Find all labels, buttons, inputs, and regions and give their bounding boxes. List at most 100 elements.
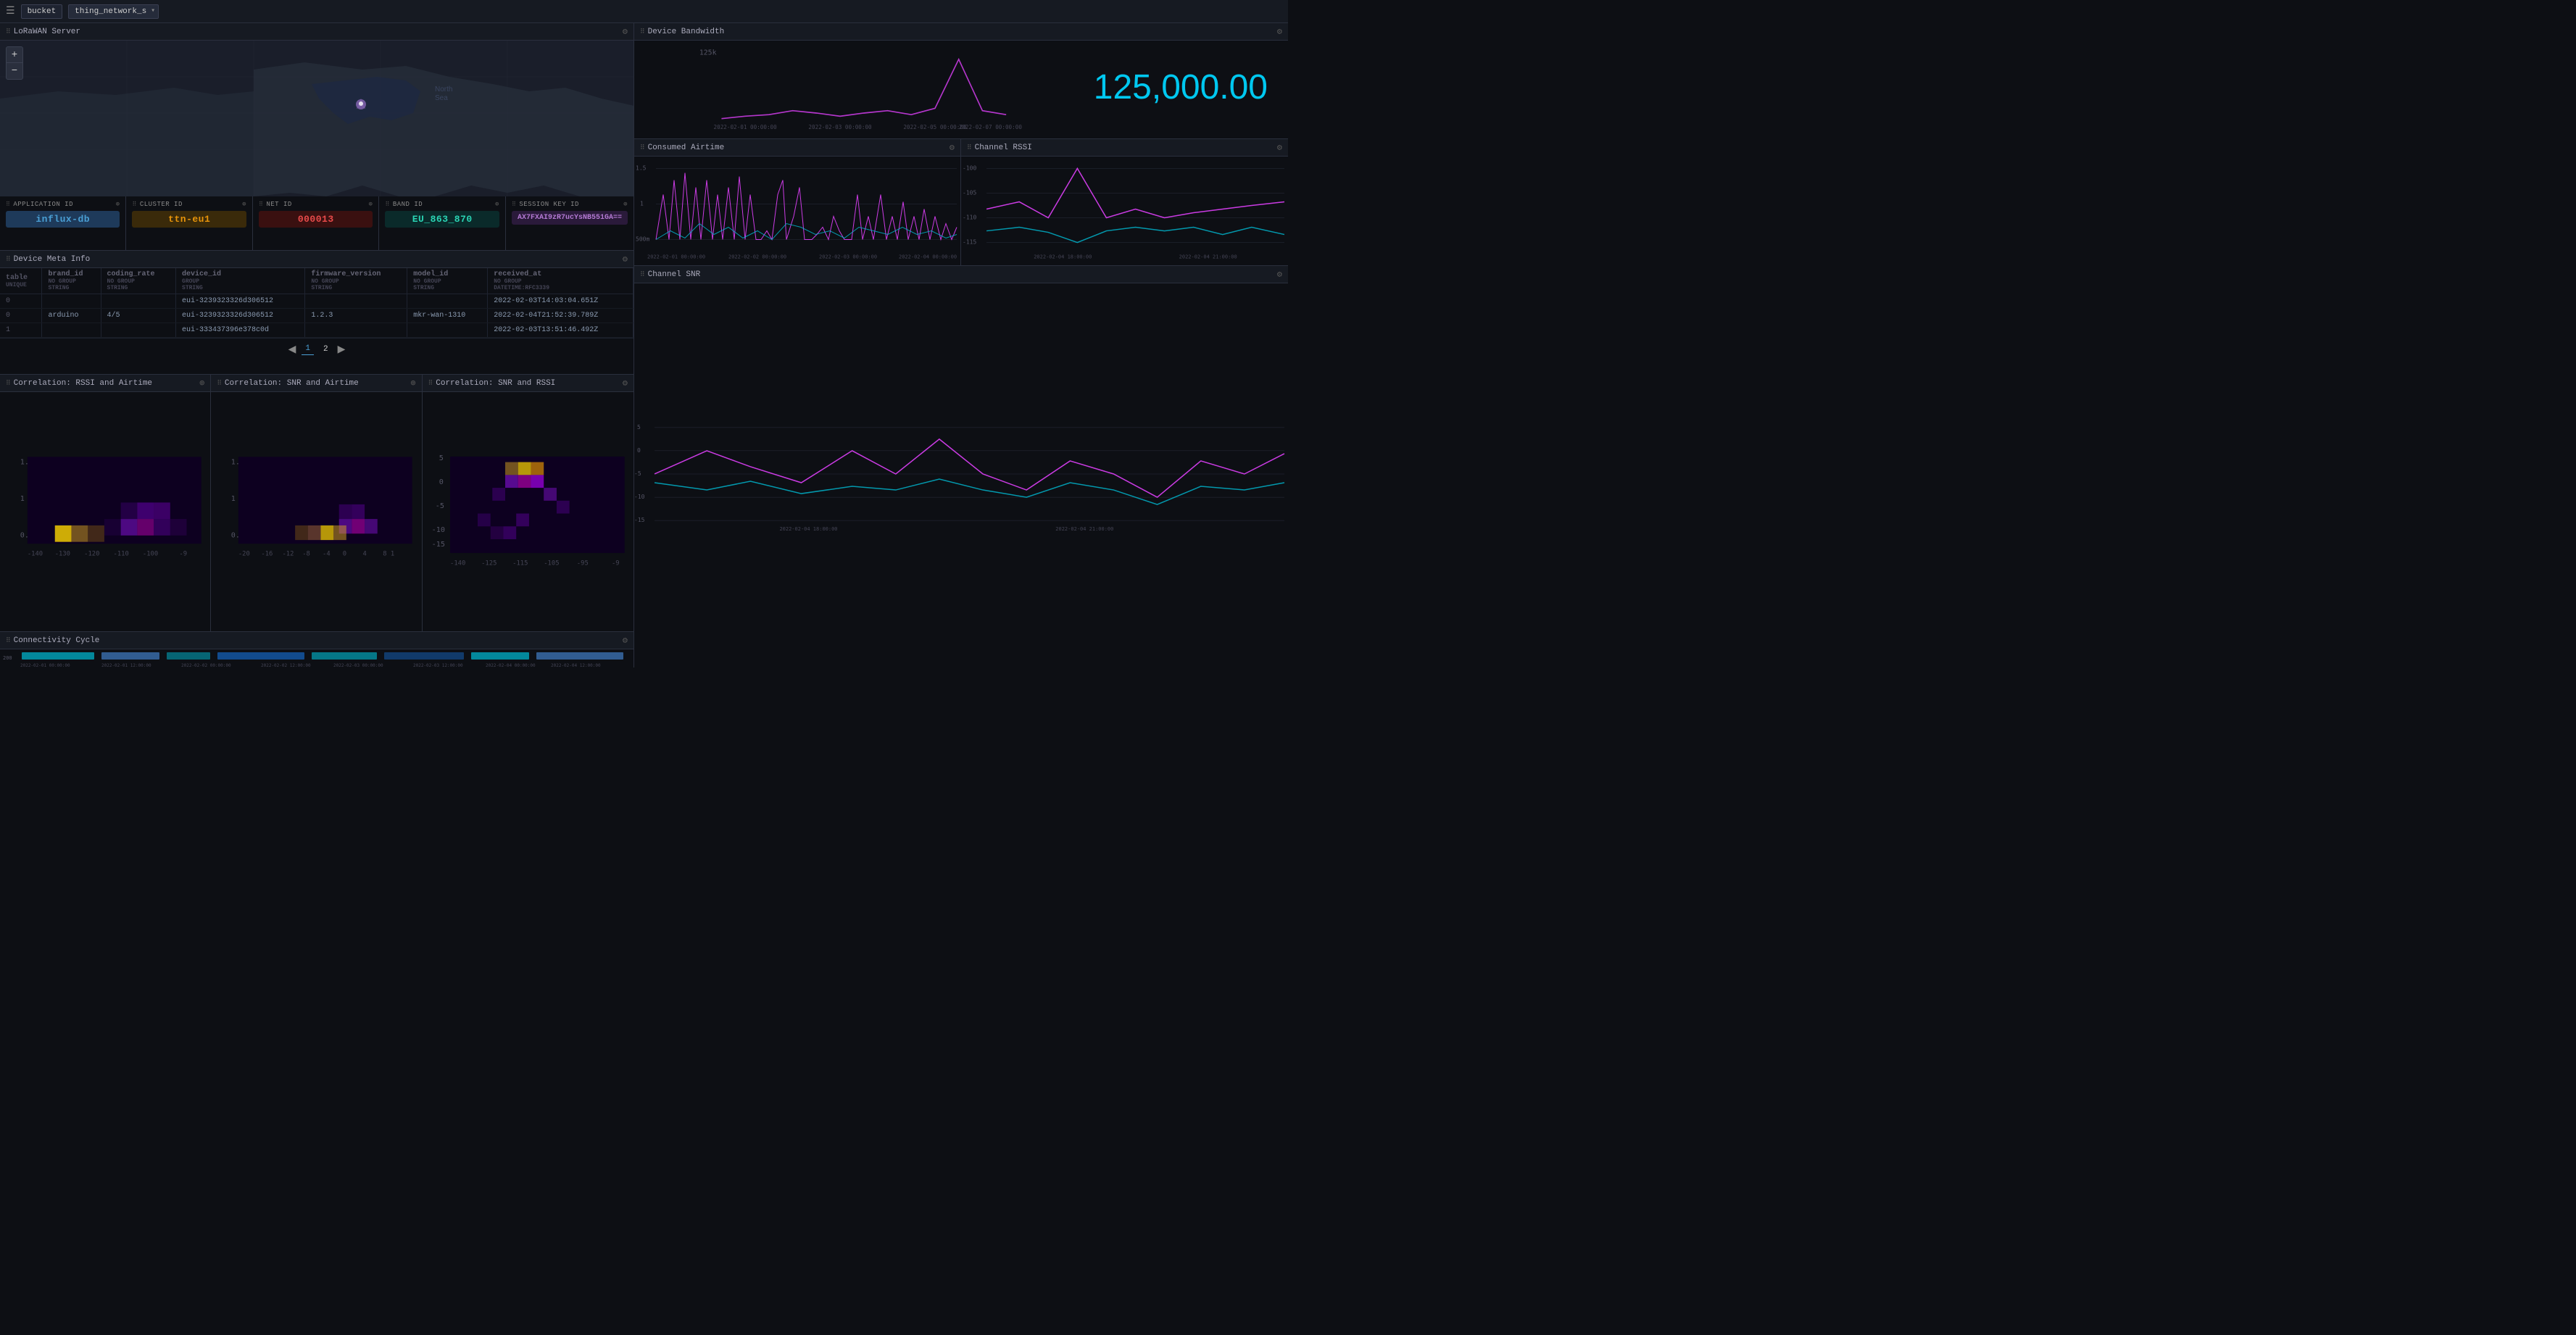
channel-snr-cell: ⠿ Channel SNR ⚙ 5 0 -5 -10 -15: [634, 266, 1288, 668]
next-page-button[interactable]: ▶: [338, 343, 346, 355]
airtime-chart: 1.5 1 500m 2022-02-01 00:00:00 2022: [634, 157, 960, 265]
svg-text:2022-02-03 00:00:00: 2022-02-03 00:00:00: [333, 663, 383, 668]
lorawan-settings-icon[interactable]: ⚙: [623, 26, 628, 37]
svg-text:-105: -105: [963, 189, 976, 196]
svg-text:125k: 125k: [699, 49, 717, 57]
net-id-label: ⠿ NET ID ⊕: [259, 201, 373, 208]
cluster-id-value: ttn-eu1: [132, 211, 246, 228]
corr-snr-rssi-header: ⠿ Correlation: SNR and RSSI ⚙: [423, 375, 633, 392]
airtime-settings-icon[interactable]: ⚙: [950, 142, 955, 153]
page-1-button[interactable]: 1: [302, 343, 314, 355]
svg-text:2022-02-04 21:00:00: 2022-02-04 21:00:00: [1179, 254, 1237, 260]
svg-text:-140: -140: [28, 551, 43, 558]
cluster-id-cell: ⠿ CLUSTER ID ⊕ ttn-eu1: [126, 196, 253, 250]
bandwidth-value-display: 125,000.00: [1079, 53, 1282, 122]
svg-text:-8: -8: [303, 551, 311, 558]
zoom-out-button[interactable]: −: [7, 63, 22, 79]
connectivity-header: ⠿ Connectivity Cycle ⚙: [0, 632, 633, 649]
svg-text:-100: -100: [143, 551, 158, 558]
corr-snr-rssi: ⠿ Correlation: SNR and RSSI ⚙ 5 0 -5 -10…: [423, 375, 633, 631]
svg-text:5: 5: [637, 424, 641, 431]
topbar: ☰ bucket thing_network_s: [0, 0, 1288, 23]
svg-text:2022-02-03 12:00:00: 2022-02-03 12:00:00: [413, 663, 463, 668]
table-row: 0 eui-3239323326d306512 2022-02-03T14:03…: [0, 294, 633, 309]
svg-text:-12: -12: [283, 551, 294, 558]
channel-rssi-header: ⠿ Channel RSSI ⚙: [961, 139, 1288, 157]
zoom-in-button[interactable]: +: [7, 47, 22, 63]
menu-icon[interactable]: ☰: [6, 5, 15, 17]
heatmap-snr-airtime-svg: 1.5 1 0.25 -20: [211, 392, 421, 631]
bandwidth-big-number: 125,000.00: [1079, 53, 1282, 122]
svg-text:2022-02-04 18:00:00: 2022-02-04 18:00:00: [1034, 254, 1092, 260]
svg-text:2022-02-03 00:00:00: 2022-02-03 00:00:00: [819, 254, 877, 260]
band-id-icon: ⠿: [385, 201, 389, 208]
col-coding-rate: coding_rate NO GROUPSTRING: [101, 268, 175, 294]
left-panel: ⠿ LoRaWAN Server ⚙: [0, 23, 634, 668]
channel-rssi-chart-svg: -100 -105 -110 -115 20: [961, 157, 1288, 265]
airtime-cell: ⠿ Consumed Airtime ⚙ 1.5 1 500m: [634, 139, 961, 265]
svg-text:1: 1: [231, 495, 236, 503]
col-firmware: firmware_version NO GROUPSTRING: [305, 268, 407, 294]
svg-text:-10: -10: [431, 526, 444, 534]
main-layout: ⠿ LoRaWAN Server ⚙: [0, 23, 1288, 668]
channel-snr-settings-icon[interactable]: ⚙: [1277, 269, 1282, 280]
corr-snr-airtime-settings-icon[interactable]: ⊕: [410, 378, 415, 388]
svg-text:-16: -16: [262, 551, 273, 558]
corr-snr-rssi-settings-icon[interactable]: ⚙: [623, 378, 628, 388]
application-id-icon: ⠿: [6, 201, 10, 208]
col-table: table UNIQUE: [0, 268, 42, 294]
device-meta-settings-icon[interactable]: ⚙: [623, 254, 628, 265]
svg-text:2022-02-01 00:00:00: 2022-02-01 00:00:00: [20, 663, 70, 668]
correlation-row: ⠿ Correlation: RSSI and Airtime ⊕ 1.5 1 …: [0, 374, 633, 631]
svg-text:2022-02-07 00:00:00: 2022-02-07 00:00:00: [959, 124, 1023, 130]
channel-snr-title: ⠿ Channel SNR: [640, 270, 700, 279]
corr-rssi-settings-icon[interactable]: ⊕: [199, 378, 204, 388]
airtime-header: ⠿ Consumed Airtime ⚙: [634, 139, 960, 157]
bot-row: ⠿ Channel SNR ⚙ 5 0 -5 -10 -15: [634, 266, 1288, 668]
device-meta-icon: ⠿: [6, 256, 11, 263]
svg-text:0: 0: [439, 478, 443, 486]
airtime-title: ⠿ Consumed Airtime: [640, 144, 724, 152]
svg-text:-9: -9: [179, 551, 187, 558]
col-device-id: device_id GROUPSTRING: [176, 268, 305, 294]
svg-text:4: 4: [363, 551, 367, 558]
bandwidth-title: ⠿ Device Bandwidth: [640, 28, 724, 36]
heatmap-rssi-airtime-svg: 1.5 1 0.5: [0, 392, 210, 631]
application-id-value: influx-db: [6, 211, 120, 228]
svg-text:500m: 500m: [636, 236, 649, 243]
svg-text:Sea: Sea: [435, 94, 448, 102]
svg-text:-130: -130: [55, 551, 70, 558]
device-meta-table: table UNIQUE brand_id NO GROUPSTRING cod…: [0, 268, 633, 338]
corr-snr-rssi-title: ⠿ Correlation: SNR and RSSI: [428, 379, 556, 388]
svg-text:-20: -20: [238, 551, 250, 558]
page-2-button[interactable]: 2: [320, 344, 332, 355]
svg-text:2022-02-03 00:00:00: 2022-02-03 00:00:00: [808, 124, 872, 130]
connectivity-settings-icon[interactable]: ⚙: [623, 635, 628, 646]
bandwidth-header: ⠿ Device Bandwidth ⚙: [634, 23, 1288, 41]
device-meta-section: ⠿ Device Meta Info ⚙ table UNIQUE brand_…: [0, 251, 633, 374]
device-meta-header: ⠿ Device Meta Info ⚙: [0, 251, 633, 268]
table-row: 1 eui-333437396e378c0d 2022-02-03T13:51:…: [0, 323, 633, 338]
channel-rssi-settings-icon[interactable]: ⚙: [1277, 142, 1282, 153]
connectivity-cycle: ⠿ Connectivity Cycle ⚙ 200 2022-02-01 00…: [0, 631, 633, 668]
svg-text:8 1: 8 1: [383, 551, 395, 558]
svg-text:-5: -5: [634, 470, 641, 477]
svg-text:-125: -125: [481, 560, 496, 567]
corr-rssi-airtime: ⠿ Correlation: RSSI and Airtime ⊕ 1.5 1 …: [0, 375, 211, 631]
device-meta-title: ⠿ Device Meta Info: [6, 255, 90, 264]
net-id-cell: ⠿ NET ID ⊕ 000013: [253, 196, 379, 250]
svg-text:-4: -4: [323, 551, 331, 558]
prev-page-button[interactable]: ◀: [288, 343, 296, 355]
svg-text:2022-02-02 00:00:00: 2022-02-02 00:00:00: [728, 254, 786, 260]
measurement-dropdown[interactable]: thing_network_s: [68, 4, 159, 19]
svg-text:-100: -100: [963, 165, 976, 171]
svg-text:2022-02-04 12:00:00: 2022-02-04 12:00:00: [551, 663, 601, 668]
svg-text:-10: -10: [634, 494, 645, 500]
band-id-cell: ⠿ BAND ID ⊕ EU_863_870: [379, 196, 506, 250]
svg-text:0: 0: [637, 447, 641, 454]
bandwidth-settings-icon[interactable]: ⚙: [1277, 26, 1282, 37]
channel-rssi-title: ⠿ Channel RSSI: [967, 144, 1032, 152]
svg-text:2022-02-01 00:00:00: 2022-02-01 00:00:00: [647, 254, 705, 260]
net-id-value: 000013: [259, 211, 373, 228]
table-row: 0 arduino 4/5 eui-3239323326d306512 1.2.…: [0, 309, 633, 323]
